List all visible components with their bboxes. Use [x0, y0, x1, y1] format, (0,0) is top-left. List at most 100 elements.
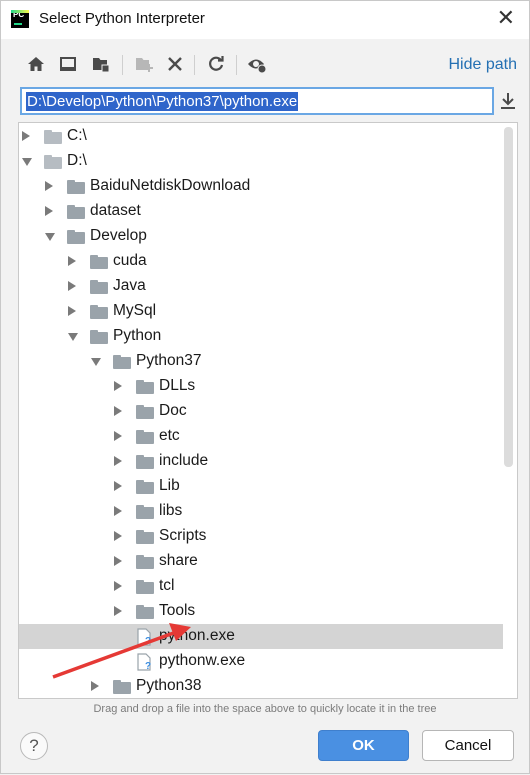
- new-folder-icon[interactable]: [134, 54, 154, 74]
- tree-folder-row[interactable]: Python38: [19, 674, 503, 698]
- tree-folder-row[interactable]: Scripts: [19, 524, 503, 549]
- folder-icon: [136, 605, 154, 619]
- expand-arrow-down-icon[interactable]: [45, 233, 55, 241]
- folder-icon: [67, 230, 85, 244]
- folder-icon: [113, 355, 131, 369]
- tree-item-label: DLLs: [159, 377, 196, 394]
- tree-file-row[interactable]: ? pythonw.exe: [19, 649, 503, 674]
- drive-icon: [44, 155, 62, 169]
- expand-arrow-right-icon[interactable]: [91, 681, 99, 691]
- tree-folder-row[interactable]: BaiduNetdiskDownload: [19, 174, 503, 199]
- tree-folder-row[interactable]: Develop: [19, 224, 503, 249]
- path-field[interactable]: D:\Develop\Python\Python37\python.exe: [20, 87, 494, 115]
- tree-folder-row[interactable]: dataset: [19, 199, 503, 224]
- folder-icon: [136, 505, 154, 519]
- folder-icon: [136, 530, 154, 544]
- cancel-button[interactable]: Cancel: [422, 730, 514, 761]
- expand-arrow-right-icon[interactable]: [114, 481, 122, 491]
- tree-folder-row[interactable]: DLLs: [19, 374, 503, 399]
- tree-scrollbar[interactable]: [504, 127, 513, 467]
- folder-icon: [90, 330, 108, 344]
- tree-folder-row[interactable]: Python37: [19, 349, 503, 374]
- dialog-title: Select Python Interpreter: [39, 10, 205, 27]
- tree-item-label: dataset: [90, 202, 141, 219]
- tree-folder-row[interactable]: Python: [19, 324, 503, 349]
- tree-folder-row[interactable]: libs: [19, 499, 503, 524]
- tree-item-label: Python38: [136, 677, 202, 694]
- tree-folder-row[interactable]: etc: [19, 424, 503, 449]
- folder-icon: [113, 680, 131, 694]
- file-chooser-toolbar: Hide path: [1, 49, 529, 81]
- tree-item-label: pythonw.exe: [159, 652, 246, 669]
- drive-icon: [44, 130, 62, 144]
- pycharm-app-icon: PC: [11, 10, 29, 28]
- expand-arrow-right-icon[interactable]: [68, 256, 76, 266]
- tree-folder-row[interactable]: tcl: [19, 574, 503, 599]
- expand-arrow-right-icon[interactable]: [114, 581, 122, 591]
- home-icon[interactable]: [26, 54, 46, 74]
- tree-item-label: cuda: [113, 252, 147, 269]
- expand-arrow-right-icon[interactable]: [68, 306, 76, 316]
- folder-icon: [136, 480, 154, 494]
- tree-folder-row[interactable]: Java: [19, 274, 503, 299]
- tree-item-label: Python37: [136, 352, 202, 369]
- close-icon[interactable]: ✕: [497, 7, 515, 29]
- tree-item-label: BaiduNetdiskDownload: [90, 177, 251, 194]
- tree-folder-row[interactable]: Doc: [19, 399, 503, 424]
- show-hidden-icon[interactable]: [247, 54, 267, 74]
- tree-folder-row[interactable]: cuda: [19, 249, 503, 274]
- expand-arrow-down-icon[interactable]: [68, 333, 78, 341]
- folder-icon: [90, 255, 108, 269]
- refresh-icon[interactable]: [206, 54, 226, 74]
- hide-path-link[interactable]: Hide path: [449, 56, 518, 74]
- unknown-file-icon: ?: [136, 628, 152, 647]
- expand-arrow-right-icon[interactable]: [45, 206, 53, 216]
- tree-folder-row[interactable]: Lib: [19, 474, 503, 499]
- folder-icon: [136, 455, 154, 469]
- folder-icon: [90, 280, 108, 294]
- tree-file-row[interactable]: ? python.exe: [19, 624, 503, 649]
- unknown-file-icon: ?: [136, 653, 152, 672]
- file-tree[interactable]: Python38? pythonw.exe ? python.exe Tools tcl s…: [18, 122, 518, 699]
- ok-button[interactable]: OK: [318, 730, 409, 761]
- svg-text:?: ?: [145, 661, 151, 671]
- download-icon[interactable]: [498, 91, 518, 111]
- expand-arrow-right-icon[interactable]: [114, 606, 122, 616]
- tree-item-label: tcl: [159, 577, 175, 594]
- expand-arrow-right-icon[interactable]: [22, 131, 30, 141]
- tree-folder-row[interactable]: MySql: [19, 299, 503, 324]
- expand-arrow-right-icon[interactable]: [114, 406, 122, 416]
- tree-item-label: Tools: [159, 602, 196, 619]
- toolbar-separator: [194, 55, 195, 75]
- expand-arrow-right-icon[interactable]: [68, 281, 76, 291]
- delete-icon[interactable]: [165, 54, 185, 74]
- tree-item-label: share: [159, 552, 198, 569]
- expand-arrow-down-icon[interactable]: [22, 158, 32, 166]
- expand-arrow-right-icon[interactable]: [114, 381, 122, 391]
- folder-icon: [90, 305, 108, 319]
- tree-folder-row[interactable]: D:\: [19, 149, 503, 174]
- expand-arrow-right-icon[interactable]: [114, 506, 122, 516]
- tree-item-label: Develop: [90, 227, 147, 244]
- expand-arrow-right-icon[interactable]: [114, 531, 122, 541]
- tree-folder-row[interactable]: C:\: [19, 124, 503, 149]
- expand-arrow-down-icon[interactable]: [91, 358, 101, 366]
- select-interpreter-dialog: PC Select Python Interpreter ✕ Hide path…: [0, 0, 530, 774]
- expand-arrow-right-icon[interactable]: [114, 431, 122, 441]
- expand-arrow-right-icon[interactable]: [114, 456, 122, 466]
- tree-folder-row[interactable]: share: [19, 549, 503, 574]
- path-field-text[interactable]: D:\Develop\Python\Python37\python.exe: [26, 92, 299, 111]
- expand-arrow-right-icon[interactable]: [45, 181, 53, 191]
- title-bar: PC Select Python Interpreter ✕: [1, 1, 529, 39]
- help-button[interactable]: ?: [20, 732, 48, 760]
- expand-arrow-right-icon[interactable]: [114, 556, 122, 566]
- project-folder-icon[interactable]: [91, 54, 111, 74]
- tree-item-label: Lib: [159, 477, 180, 494]
- tree-item-label: C:\: [67, 127, 87, 144]
- folder-icon: [67, 205, 85, 219]
- tree-folder-row[interactable]: include: [19, 449, 503, 474]
- tree-item-label: Scripts: [159, 527, 207, 544]
- desktop-icon[interactable]: [58, 54, 78, 74]
- tree-folder-row[interactable]: Tools: [19, 599, 503, 624]
- tree-item-label: MySql: [113, 302, 157, 319]
